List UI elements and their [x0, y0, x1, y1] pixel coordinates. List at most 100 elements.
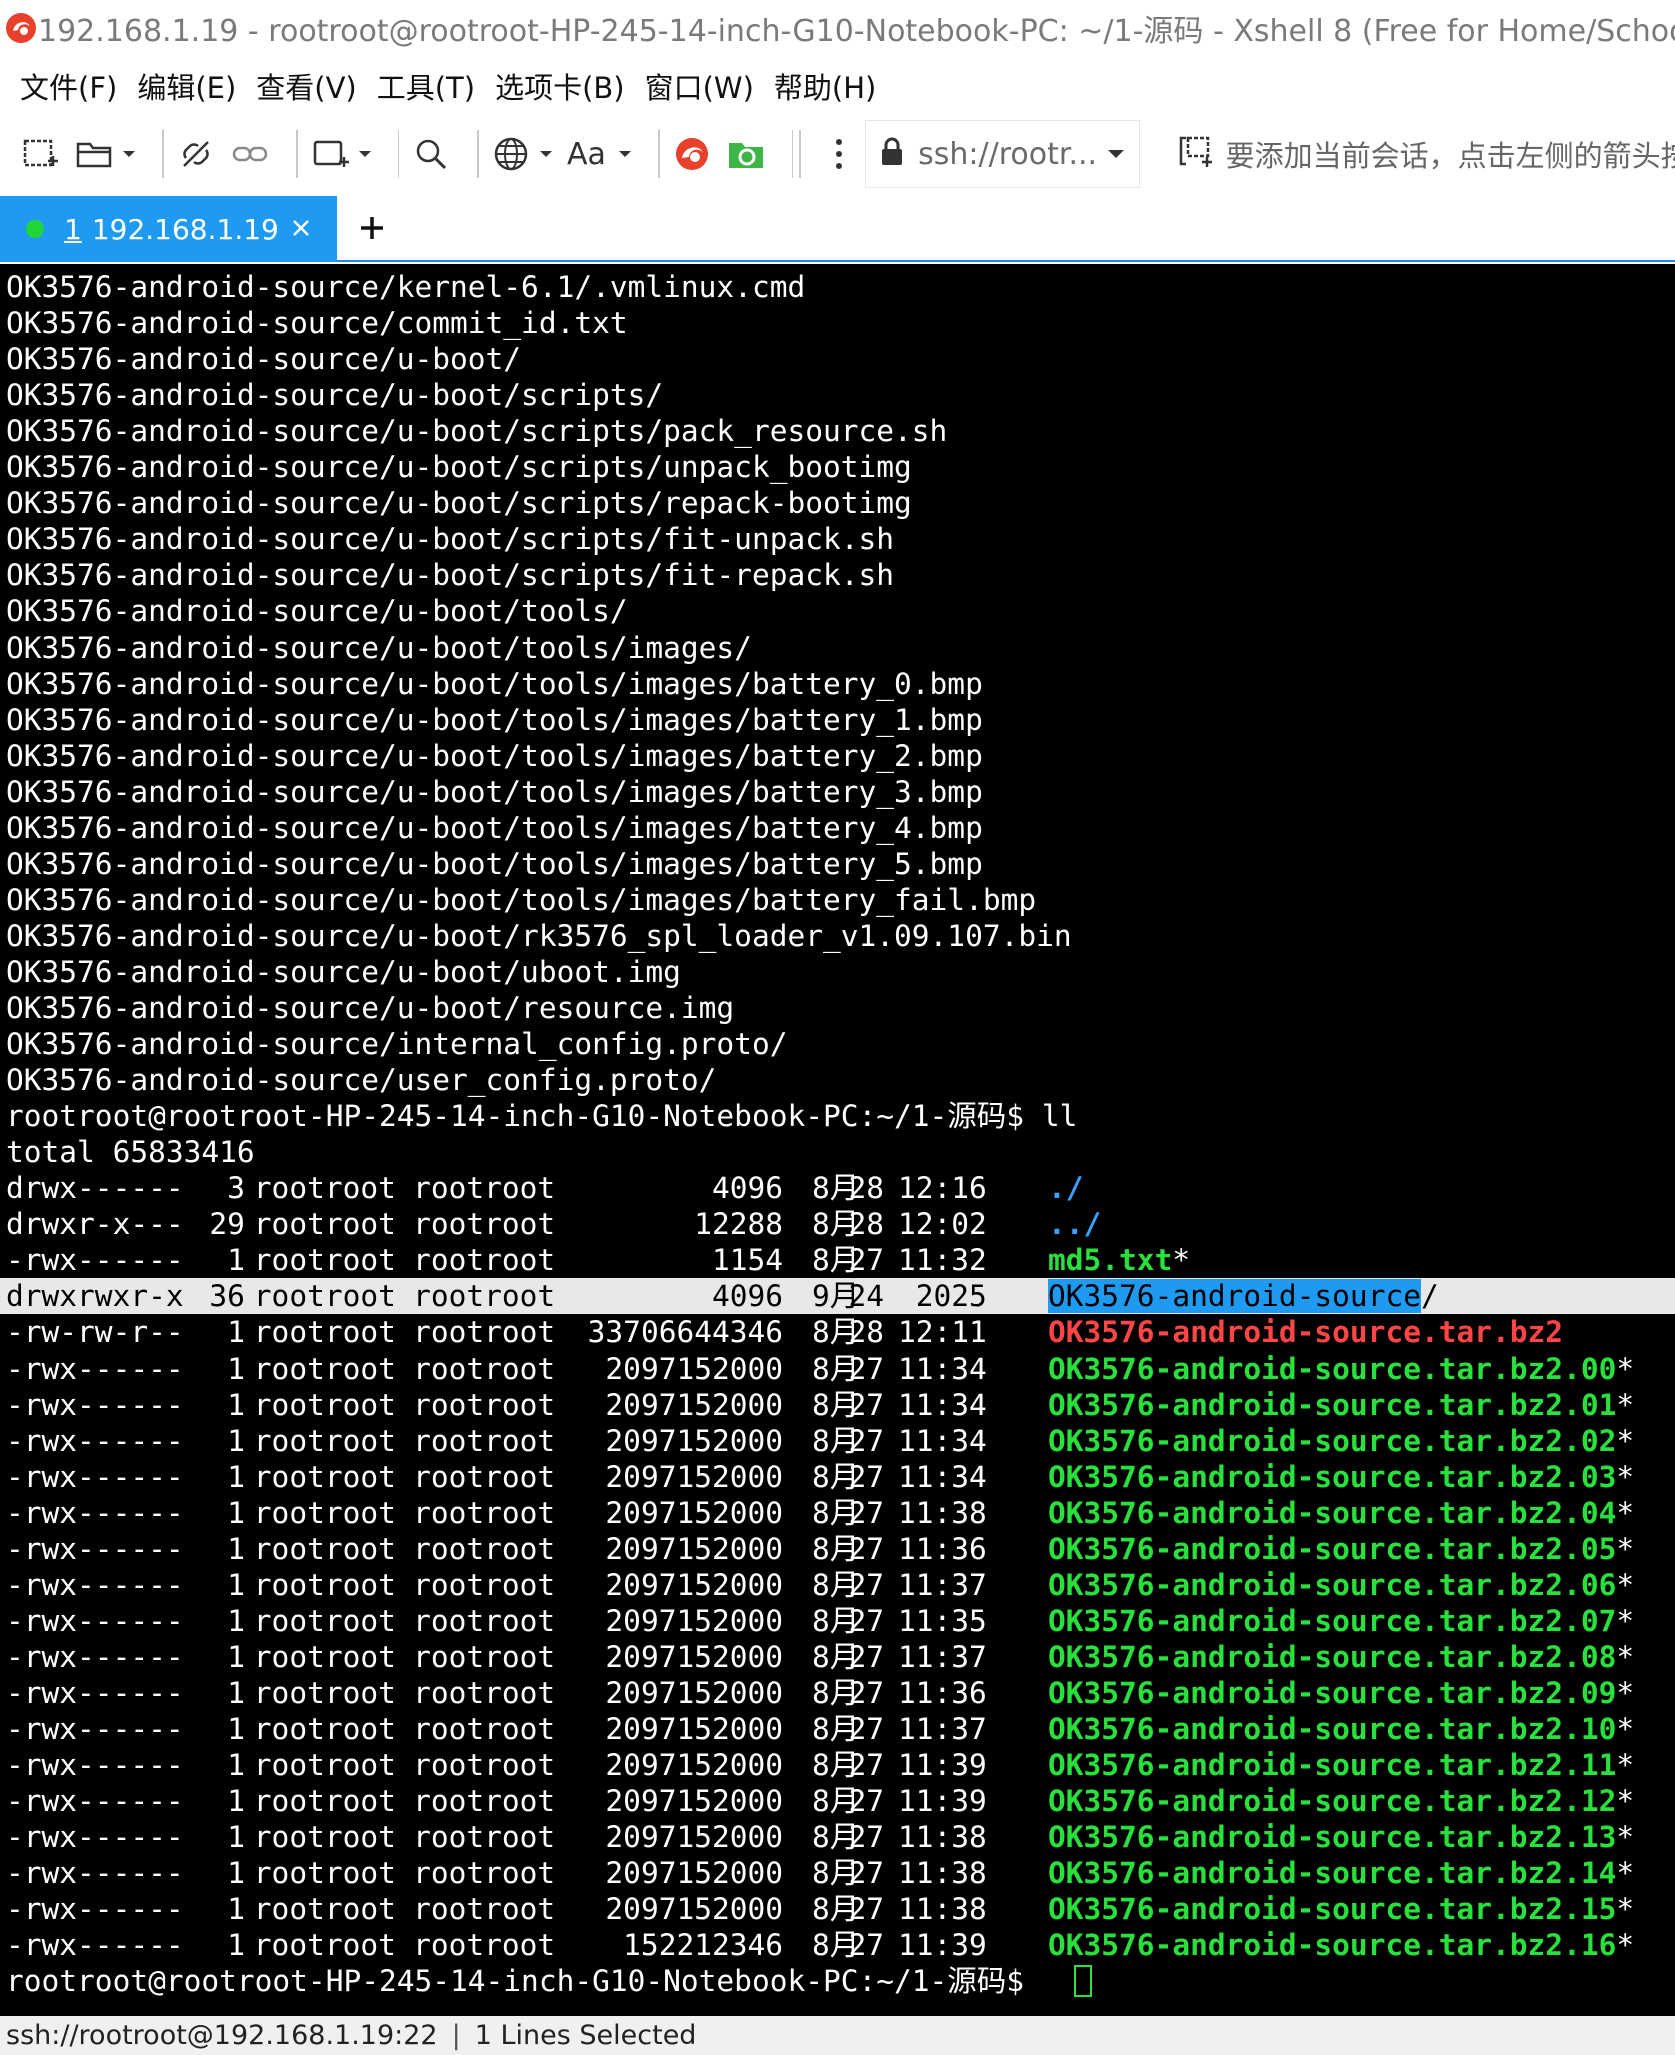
table-row[interactable]: -rwx------ 1 rootroot rootroot 2097152000 8月 2…: [0, 1603, 1675, 1639]
table-row[interactable]: -rwx------ 1 rootroot rootroot 2097152000 8月 2…: [0, 1747, 1675, 1783]
chevron-down-icon[interactable]: [1107, 145, 1125, 164]
toolbar-divider: [295, 130, 298, 178]
menu-help[interactable]: 帮助(H): [774, 65, 876, 107]
globe-icon[interactable]: [491, 124, 531, 184]
ls-time: 11:39: [898, 1784, 987, 1819]
ls-time: 11:38: [898, 1820, 987, 1855]
ls-name[interactable]: OK3576-android-source.tar.bz2.06: [1048, 1568, 1616, 1602]
link-icon[interactable]: [230, 124, 270, 184]
table-row[interactable]: -rwx------ 1 rootroot rootroot 2097152000 8月 2…: [0, 1423, 1675, 1459]
menu-file[interactable]: 文件(F): [20, 65, 117, 107]
new-session-icon[interactable]: [20, 124, 60, 184]
chevron-down-icon[interactable]: [358, 124, 372, 184]
add-tab-icon[interactable]: [352, 208, 392, 248]
ls-owner: rootroot: [253, 1171, 396, 1206]
ls-name[interactable]: OK3576-android-source.tar.bz2.02: [1048, 1424, 1616, 1458]
menu-edit[interactable]: 编辑(E): [137, 65, 236, 107]
ls-suffix: *: [1616, 1712, 1635, 1746]
ls-size: 2097152000: [605, 1603, 784, 1638]
table-row[interactable]: drwxr-x--- 29 rootroot rootroot 12288 8月 28 12:…: [0, 1206, 1675, 1242]
add-session-icon[interactable]: [1176, 132, 1214, 177]
chevron-down-icon[interactable]: [539, 124, 553, 184]
address-bar[interactable]: ssh://rootr...: [865, 120, 1140, 188]
tab-session-1[interactable]: 1 192.168.1.19: [0, 196, 337, 262]
ls-name[interactable]: md5.txt: [1048, 1243, 1172, 1277]
chevron-down-icon[interactable]: [618, 124, 632, 184]
command-line: rootroot@rootroot-HP-245-14-inch-G10-Not…: [6, 1098, 1077, 1134]
ls-owner: rootroot: [253, 1892, 396, 1927]
table-row[interactable]: -rwx------ 1 rootroot rootroot 2097152000 8月 2…: [0, 1567, 1675, 1603]
ls-name[interactable]: OK3576-android-source.tar.bz2.11: [1048, 1748, 1616, 1782]
toolbar-divider: [799, 130, 802, 178]
menu-window[interactable]: 窗口(W): [645, 65, 754, 107]
ls-links: 1: [227, 1928, 245, 1963]
ls-name[interactable]: OK3576-android-source.tar.bz2.07: [1048, 1604, 1616, 1638]
ls-owner: rootroot: [253, 1207, 396, 1242]
table-row[interactable]: drwxrwxr-x 36 rootroot rootroot 4096 9月 24 202…: [0, 1278, 1675, 1315]
ls-name[interactable]: OK3576-android-source.tar.bz2.08: [1048, 1640, 1616, 1674]
table-row[interactable]: -rwx------ 1 rootroot rootroot 2097152000 8月 2…: [0, 1855, 1675, 1891]
menu-tabs[interactable]: 选项卡(B): [495, 65, 625, 107]
table-row[interactable]: -rwx------ 1 rootroot rootroot 2097152000 8月 2…: [0, 1351, 1675, 1387]
ls-name[interactable]: OK3576-android-source.tar.bz2.01: [1048, 1388, 1616, 1422]
ls-time: 11:38: [898, 1856, 987, 1891]
ls-name[interactable]: OK3576-android-source.tar.bz2.10: [1048, 1712, 1616, 1746]
table-row[interactable]: -rwx------ 1 rootroot rootroot 2097152000 8月 2…: [0, 1387, 1675, 1423]
ls-name[interactable]: OK3576-android-source.tar.bz2.09: [1048, 1676, 1616, 1710]
tab-number: 1: [64, 212, 82, 246]
ls-group: rootroot: [413, 1351, 556, 1386]
table-row[interactable]: -rwx------ 1 rootroot rootroot 2097152000 8月 2…: [0, 1531, 1675, 1567]
listing-line: OK3576-android-source/u-boot/scripts/fit…: [6, 558, 895, 593]
search-icon[interactable]: [411, 124, 451, 184]
table-row[interactable]: -rwx------ 1 rootroot rootroot 2097152000 8月 2…: [0, 1495, 1675, 1531]
menu-tools[interactable]: 工具(T): [377, 65, 475, 107]
ls-links: 1: [227, 1531, 245, 1566]
listing-line: OK3576-android-source/u-boot/tools/image…: [6, 846, 983, 881]
ls-name[interactable]: OK3576-android-source.tar.bz2.15: [1048, 1892, 1616, 1926]
font-button[interactable]: Aa: [567, 124, 610, 184]
table-row[interactable]: -rw-rw-r-- 1 rootroot rootroot 33706644346 8月…: [0, 1314, 1675, 1350]
table-row[interactable]: -rwx------ 1 rootroot rootroot 2097152000 8月 2…: [0, 1459, 1675, 1495]
ls-entry: ./: [1048, 1170, 1084, 1206]
toolbar: Aa ssh://rootr... 要添加当前会话，点击左侧的箭头按钮。: [0, 118, 1675, 190]
table-row[interactable]: -rwx------ 1 rootroot rootroot 2097152000 8月 2…: [0, 1819, 1675, 1855]
table-row[interactable]: -rwx------ 1 rootroot rootroot 2097152000 8月 2…: [0, 1675, 1675, 1711]
ls-name[interactable]: OK3576-android-source.tar.bz2.14: [1048, 1856, 1616, 1890]
ls-name[interactable]: ./: [1048, 1171, 1084, 1205]
ls-name[interactable]: OK3576-android-source: [1048, 1279, 1421, 1314]
terminal-output[interactable]: OK3576-android-source/kernel-6.1/.vmlinu…: [0, 264, 1675, 2016]
open-folder-icon[interactable]: [74, 124, 114, 184]
close-icon[interactable]: [283, 210, 319, 246]
xshell-icon[interactable]: [672, 124, 712, 184]
table-row[interactable]: -rwx------ 1 rootroot rootroot 1154 8月 27 11:32…: [0, 1242, 1675, 1278]
table-row[interactable]: -rwx------ 1 rootroot rootroot 152212346 8月 27…: [0, 1927, 1675, 1963]
chevron-down-icon[interactable]: [122, 124, 136, 184]
new-tab-icon[interactable]: [310, 124, 350, 184]
table-row[interactable]: -rwx------ 1 rootroot rootroot 2097152000 8月 2…: [0, 1891, 1675, 1927]
ls-name[interactable]: ../: [1048, 1207, 1101, 1241]
menu-view[interactable]: 查看(V): [256, 65, 356, 107]
ls-name[interactable]: OK3576-android-source.tar.bz2.00: [1048, 1352, 1616, 1386]
terminal-cursor: [1074, 1965, 1092, 1998]
table-row[interactable]: -rwx------ 1 rootroot rootroot 2097152000 8月 2…: [0, 1639, 1675, 1675]
toolbar-divider: [477, 130, 479, 178]
ls-name[interactable]: OK3576-android-source.tar.bz2: [1048, 1315, 1563, 1349]
ls-name[interactable]: OK3576-android-source.tar.bz2.05: [1048, 1532, 1616, 1566]
ls-owner: rootroot: [253, 1603, 396, 1638]
ls-day: 27: [848, 1748, 884, 1783]
ls-perm: -rwx------: [6, 1567, 184, 1602]
ls-links: 1: [227, 1820, 245, 1855]
ls-name[interactable]: OK3576-android-source.tar.bz2.16: [1048, 1928, 1616, 1962]
disconnect-icon[interactable]: [176, 124, 216, 184]
ls-name[interactable]: OK3576-android-source.tar.bz2.04: [1048, 1496, 1616, 1530]
ls-name[interactable]: OK3576-android-source.tar.bz2.03: [1048, 1460, 1616, 1494]
xftp-icon[interactable]: [726, 124, 766, 184]
table-row[interactable]: -rwx------ 1 rootroot rootroot 2097152000 8月 2…: [0, 1711, 1675, 1747]
ls-group: rootroot: [413, 1675, 556, 1710]
table-row[interactable]: drwx------ 3 rootroot rootroot 4096 8月 28 12:16…: [0, 1170, 1675, 1206]
more-options-icon[interactable]: [833, 124, 845, 184]
table-row[interactable]: -rwx------ 1 rootroot rootroot 2097152000 8月 2…: [0, 1783, 1675, 1819]
ls-name[interactable]: OK3576-android-source.tar.bz2.13: [1048, 1820, 1616, 1854]
ls-name[interactable]: OK3576-android-source.tar.bz2.12: [1048, 1784, 1616, 1818]
ls-suffix: *: [1616, 1639, 1635, 1674]
